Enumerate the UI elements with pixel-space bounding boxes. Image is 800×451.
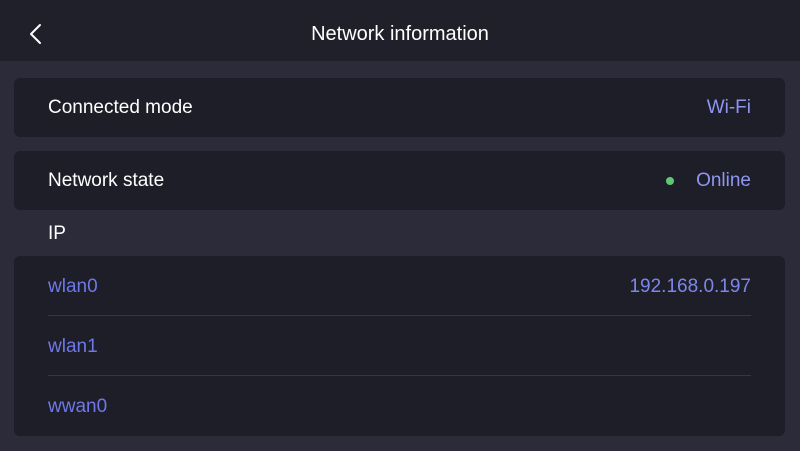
- header-bar: Network information: [0, 0, 800, 61]
- online-status-dot-icon: [666, 176, 675, 185]
- network-state-card: Network state Online: [14, 151, 785, 210]
- ip-list-card: wlan0 192.168.0.197 wlan1 wwan0: [14, 256, 785, 436]
- interface-name: wwan0: [48, 396, 108, 417]
- network-state-value: Online: [696, 169, 751, 191]
- ip-row-wlan1[interactable]: wlan1: [14, 316, 785, 376]
- interface-name: wlan1: [48, 336, 98, 357]
- ip-row-wwan0[interactable]: wwan0: [14, 376, 785, 436]
- network-state-status: Online: [666, 151, 751, 210]
- interface-name: wlan0: [48, 276, 98, 297]
- interface-address: 192.168.0.197: [629, 276, 751, 297]
- connected-mode-label: Connected mode: [48, 97, 193, 118]
- network-state-label: Network state: [48, 170, 165, 191]
- ip-row-wlan0[interactable]: wlan0 192.168.0.197: [14, 256, 785, 316]
- page-title: Network information: [311, 23, 489, 45]
- connected-mode-card: Connected mode Wi-Fi: [14, 78, 785, 137]
- connected-mode-value: Wi-Fi: [706, 97, 751, 118]
- connected-mode-row[interactable]: Connected mode Wi-Fi: [14, 78, 785, 137]
- ip-section-label: IP: [48, 223, 66, 244]
- network-state-row[interactable]: Network state Online: [14, 151, 785, 210]
